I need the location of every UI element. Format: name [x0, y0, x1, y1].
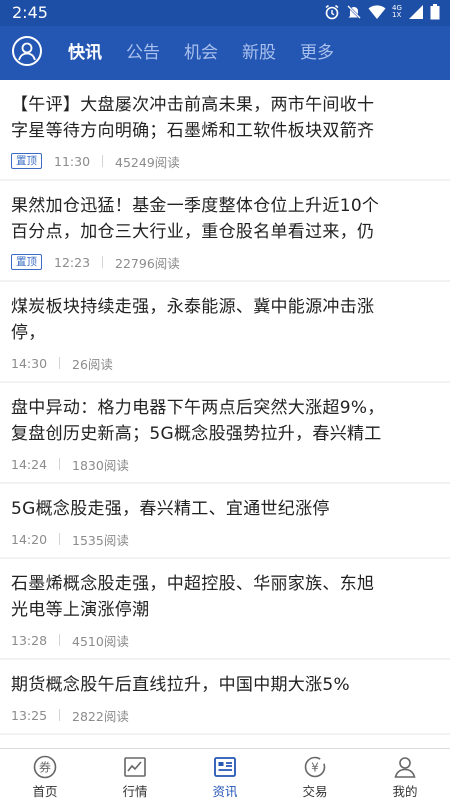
bottom-tab-2[interactable]: 资讯 — [180, 749, 270, 801]
news-time: 14:30 — [11, 355, 48, 371]
bottom-tab-label: 行情 — [122, 784, 148, 799]
news-meta: 置顶 12:23 22796阅读 — [11, 253, 439, 271]
news-headline: 期货概念股午后直线拉升，中国中期大涨5% — [11, 672, 439, 698]
wifi-icon — [368, 4, 386, 20]
headline-line: 【午评】大盘屡次冲击前高未果，两市午间收十 — [11, 95, 375, 115]
news-headline: 煤炭板块持续走强，永泰能源、冀中能源冲击涨 停， — [11, 294, 439, 346]
status-bar: 2:45 4G 1X — [0, 0, 450, 26]
headline-line: 光电等上演涨停潮 — [11, 600, 150, 620]
news-meta: 14:24 1830阅读 — [11, 455, 439, 473]
meta-divider — [59, 357, 61, 369]
alarm-icon — [324, 4, 340, 20]
read-count: 22796阅读 — [115, 255, 180, 271]
bottom-tab-1[interactable]: 行情 — [90, 749, 180, 801]
news-feed[interactable]: 【午评】大盘屡次冲击前高未果，两市午间收十 字星等待方向明确；石墨烯和工软件板块双… — [0, 80, 450, 748]
news-headline: 5G概念股走强，春兴精工、宜通世纪涨停 — [11, 496, 439, 522]
person-icon — [18, 42, 36, 61]
headline-line: 果然加仓迅猛！基金一季度整体仓位上升近10个 — [11, 196, 380, 216]
signal-icon — [408, 4, 424, 20]
news-time: 12:23 — [54, 254, 91, 270]
news-item[interactable]: 九三乡村振兴主题集中发力，钢铁业 — [0, 735, 450, 748]
news-icon — [214, 757, 236, 777]
headline-line: 石墨烯概念股走强，中超控股、华丽家族、东旭 — [11, 574, 375, 594]
news-category-tabs: 快讯 公告 机会 新股 更多 — [68, 26, 358, 80]
read-count: 2822阅读 — [72, 708, 129, 724]
home-coupon-icon: 券 — [33, 755, 57, 779]
yen-exchange-icon: ¥ — [304, 756, 326, 778]
news-meta: 14:30 26阅读 — [11, 354, 439, 372]
battery-icon — [430, 4, 440, 20]
read-count: 26阅读 — [72, 356, 113, 372]
bottom-tab-bar: 券首页 行情 资讯 ¥ 交易 我的 — [0, 748, 450, 801]
news-meta: 置顶 11:30 45249阅读 — [11, 152, 439, 170]
tab-4[interactable]: 更多 — [300, 26, 334, 80]
top-navigation: 快讯 公告 机会 新股 更多 — [0, 26, 450, 80]
headline-line: 百分点，加仓三大行业，重仓股名单看过来，仍 — [11, 222, 375, 242]
news-headline: 【午评】大盘屡次冲击前高未果，两市午间收十 字星等待方向明确；石墨烯和工软件板块双… — [11, 92, 439, 144]
news-time: 13:28 — [11, 632, 48, 648]
svg-text:¥: ¥ — [311, 761, 319, 775]
mute-bell-icon — [346, 4, 362, 20]
meta-divider — [59, 533, 61, 545]
bottom-tab-3[interactable]: ¥ 交易 — [270, 749, 360, 801]
bottom-tab-label: 我的 — [392, 784, 418, 799]
tab-3[interactable]: 新股 — [242, 26, 276, 80]
tab-1[interactable]: 公告 — [126, 26, 160, 80]
headline-line: 停， — [11, 323, 46, 343]
read-count: 45249阅读 — [115, 154, 180, 170]
user-avatar-button[interactable] — [12, 36, 42, 66]
status-time: 2:45 — [12, 3, 48, 22]
read-count: 4510阅读 — [72, 633, 129, 649]
news-headline: 盘中异动：格力电器下午两点后突然大涨超9%， 复盘创历史新高；5G概念股强势拉升，… — [11, 395, 439, 447]
headline-line: 盘中异动：格力电器下午两点后突然大涨超9%， — [11, 398, 385, 418]
network-type-label: 4G 1X — [392, 4, 402, 19]
status-icons: 4G 1X — [324, 4, 440, 20]
headline-line: 期货概念股午后直线拉升，中国中期大涨5% — [11, 675, 350, 695]
news-item[interactable]: 石墨烯概念股走强，中超控股、华丽家族、东旭 光电等上演涨停潮 13:28 4510阅读 — [0, 559, 450, 658]
news-time: 11:30 — [54, 153, 91, 169]
person-icon — [394, 757, 416, 778]
news-meta: 13:25 2822阅读 — [11, 706, 439, 724]
news-item[interactable]: 【午评】大盘屡次冲击前高未果，两市午间收十 字星等待方向明确；石墨烯和工软件板块双… — [0, 80, 450, 179]
meta-divider — [102, 155, 104, 167]
news-headline: 石墨烯概念股走强，中超控股、华丽家族、东旭 光电等上演涨停潮 — [11, 571, 439, 623]
headline-line: 字星等待方向明确；石墨烯和工软件板块双箭齐 — [11, 121, 375, 141]
headline-line: 煤炭板块持续走强，永泰能源、冀中能源冲击涨 — [11, 297, 375, 317]
news-item[interactable]: 盘中异动：格力电器下午两点后突然大涨超9%， 复盘创历史新高；5G概念股强势拉升，… — [0, 383, 450, 482]
tab-2[interactable]: 机会 — [184, 26, 218, 80]
svg-text:券: 券 — [39, 760, 51, 775]
bottom-tab-label: 交易 — [302, 784, 328, 799]
bottom-tab-label: 首页 — [32, 784, 58, 799]
news-time: 13:25 — [11, 707, 48, 723]
news-item[interactable]: 5G概念股走强，春兴精工、宜通世纪涨停 14:20 1535阅读 — [0, 484, 450, 557]
news-meta: 14:20 1535阅读 — [11, 530, 439, 548]
news-item[interactable]: 煤炭板块持续走强，永泰能源、冀中能源冲击涨 停， 14:30 26阅读 — [0, 282, 450, 381]
news-time: 14:20 — [11, 531, 48, 547]
news-item[interactable]: 期货概念股午后直线拉升，中国中期大涨5% 13:25 2822阅读 — [0, 660, 450, 733]
bottom-tab-0[interactable]: 券首页 — [0, 749, 90, 801]
meta-divider — [102, 256, 104, 268]
meta-divider — [59, 458, 61, 470]
bottom-tab-4[interactable]: 我的 — [360, 749, 450, 801]
headline-line: 5G概念股走强，春兴精工、宜通世纪涨停 — [11, 499, 330, 519]
meta-divider — [59, 709, 61, 721]
pinned-badge: 置顶 — [11, 254, 42, 270]
news-meta: 13:28 4510阅读 — [11, 631, 439, 649]
pinned-badge: 置顶 — [11, 153, 42, 169]
news-time: 14:24 — [11, 456, 48, 472]
bottom-tab-label: 资讯 — [212, 784, 238, 799]
news-item[interactable]: 果然加仓迅猛！基金一季度整体仓位上升近10个 百分点，加仓三大行业，重仓股名单看过… — [0, 181, 450, 280]
read-count: 1535阅读 — [72, 532, 129, 548]
headline-line: 复盘创历史新高；5G概念股强势拉升，春兴精工 — [11, 424, 382, 444]
tab-0[interactable]: 快讯 — [68, 26, 102, 80]
news-headline: 果然加仓迅猛！基金一季度整体仓位上升近10个 百分点，加仓三大行业，重仓股名单看过… — [11, 193, 439, 245]
read-count: 1830阅读 — [72, 457, 129, 473]
chart-icon — [124, 757, 146, 777]
meta-divider — [59, 634, 61, 646]
